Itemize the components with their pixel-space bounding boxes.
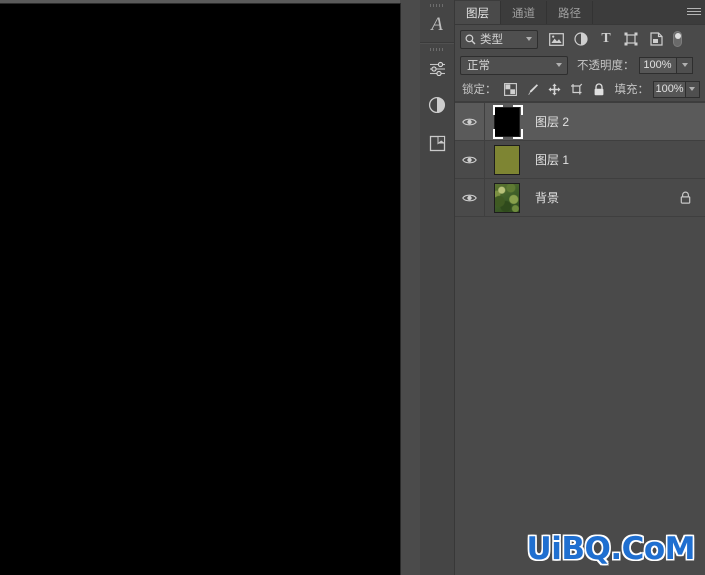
filter-adjustment-icon[interactable] [573,31,589,47]
tab-channels-label: 通道 [512,7,535,20]
dock-button-libraries[interactable] [420,124,454,162]
table-row[interactable]: 图层 2 [455,103,705,141]
tab-channels[interactable]: 通道 [501,1,547,24]
layer-list: 图层 2 图层 1 背景 [455,102,705,557]
lock-row: 锁定： 填充： 100% [455,77,705,102]
filter-type-icon[interactable]: T [598,31,614,47]
opacity-label: 不透明度： [577,60,635,72]
layer-visibility-toggle[interactable] [455,179,485,216]
libraries-icon [429,135,445,151]
layer-thumbnail-cell[interactable] [485,141,529,178]
dock-button-adjustments-sliders[interactable] [420,44,454,86]
layer-thumbnail-cell[interactable] [485,179,529,216]
fill-value[interactable]: 100% [653,80,687,98]
table-row[interactable]: 图层 1 [455,141,705,179]
lock-icon-group [504,82,606,96]
document-canvas[interactable] [0,4,400,575]
photoshop-window: A 图层 通道 路径 类型 T 正常 不透明度： 100% 锁定： 填充： 10… [0,0,705,575]
layer-thumbnail [494,182,520,213]
dock-button-adjustments[interactable] [420,86,454,124]
filter-shape-icon[interactable] [623,31,639,47]
layer-visibility-toggle[interactable] [455,141,485,178]
layer-filter-kind-select[interactable]: 类型 [460,29,538,49]
blend-mode-row: 正常 不透明度： 100% [455,53,705,77]
layer-name[interactable]: 图层 2 [535,113,705,130]
tab-paths[interactable]: 路径 [547,1,593,24]
panel-menu-icon[interactable] [687,8,701,18]
tab-paths-label: 路径 [558,7,581,20]
lock-transparency-icon[interactable] [504,82,518,96]
layer-thumbnail [494,106,520,137]
layer-filter-row: 类型 T [455,25,705,53]
blend-mode-select[interactable]: 正常 [460,55,568,75]
layer-visibility-toggle[interactable] [455,103,485,140]
blend-mode-value: 正常 [467,60,490,72]
dock-button-character[interactable]: A [420,0,454,42]
fill-stepper[interactable] [686,80,700,98]
fill-label: 填充： [614,84,650,96]
document-right-gutter [400,0,420,575]
chevron-down-icon [526,37,532,41]
collapsed-panel-dock: A [420,0,455,575]
adjustments-sliders-icon [429,61,445,76]
eye-icon [462,194,477,201]
lock-all-icon[interactable] [592,82,606,96]
lock-artboard-icon[interactable] [570,82,584,96]
lock-position-icon[interactable] [548,82,562,96]
layers-panel: 图层 通道 路径 类型 T 正常 不透明度： 100% 锁定： 填充： 100%… [455,0,705,575]
panel-tab-bar: 图层 通道 路径 [455,0,705,25]
chevron-down-icon [681,63,688,67]
filter-pixel-icon[interactable] [548,31,564,47]
filter-smartobject-icon[interactable] [648,31,664,47]
eye-icon [462,118,477,125]
table-row[interactable]: 背景 [455,179,705,217]
layer-list-empty-space [455,217,705,557]
document-area [0,0,420,575]
site-watermark: UiBQ.CoM [526,531,696,567]
lock-label: 锁定： [462,84,497,96]
dock-grip-icon [430,4,444,7]
layer-name[interactable]: 背景 [535,189,679,206]
adjustments-halfcircle-icon [428,96,446,114]
layer-name[interactable]: 图层 1 [535,151,705,168]
tab-layers[interactable]: 图层 [455,1,501,24]
layer-thumbnail [494,144,520,175]
layer-filter-icon-group: T [548,31,682,47]
tab-layers-label: 图层 [466,7,489,20]
dock-grip-icon [430,48,444,51]
lock-image-pixels-icon[interactable] [526,82,540,96]
chevron-down-icon [689,87,695,91]
layer-filter-kind-label: 类型 [480,34,503,46]
filter-toggle-switch[interactable] [673,31,682,47]
opacity-stepper[interactable] [676,56,693,74]
chevron-down-icon [556,63,562,67]
opacity-value[interactable]: 100% [638,56,677,74]
search-icon [465,34,476,44]
eye-icon [462,156,477,163]
background-lock-icon [679,191,691,205]
character-panel-icon: A [431,13,443,35]
layer-thumbnail-cell[interactable] [485,103,529,140]
